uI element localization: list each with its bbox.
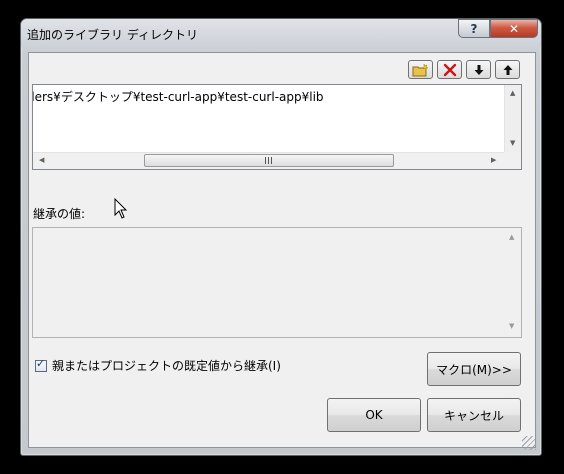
cancel-button-label: キャンセル — [443, 408, 504, 423]
delete-icon — [443, 63, 456, 76]
vertical-scrollbar[interactable]: ▲ ▼ — [504, 85, 521, 153]
inherit-checkbox-row[interactable]: ✓ 親またはプロジェクトの既定値から継承(I) — [35, 357, 281, 374]
close-button[interactable]: ✕ — [490, 19, 538, 38]
directory-list[interactable]: ders¥デスクトップ¥test-curl-app¥test-curl-app¥… — [32, 84, 522, 170]
directory-path: ders¥デスクトップ¥test-curl-app¥test-curl-app¥… — [33, 90, 324, 104]
cancel-button[interactable]: キャンセル — [427, 398, 521, 432]
inherited-vertical-scrollbar[interactable]: ▲ ▼ — [504, 228, 521, 337]
new-line-button[interactable] — [408, 60, 433, 79]
scroll-left-icon[interactable]: ◀ — [39, 157, 44, 164]
move-down-button[interactable] — [466, 60, 491, 79]
scroll-right-icon[interactable]: ▶ — [491, 157, 496, 164]
macro-button[interactable]: マクロ(M)>> — [427, 352, 521, 386]
mouse-cursor-icon — [114, 198, 128, 219]
inherit-checkbox[interactable]: ✓ — [35, 356, 47, 372]
checkmark-icon: ✓ — [36, 356, 46, 370]
move-up-icon — [503, 64, 512, 75]
move-up-button[interactable] — [495, 60, 520, 79]
inherited-values-label: 継承の値: — [33, 207, 86, 221]
move-down-icon — [474, 64, 483, 75]
grip-icon — [265, 157, 272, 164]
ok-button[interactable]: OK — [327, 398, 421, 432]
scroll-up-icon[interactable]: ▲ — [509, 234, 514, 241]
list-item[interactable]: ders¥デスクトップ¥test-curl-app¥test-curl-app¥… — [33, 88, 503, 104]
dialog-window: 追加のライブラリ ディレクトリ ? ✕ ders¥デスクトップ¥test-cur… — [0, 0, 564, 474]
help-button[interactable]: ? — [458, 19, 490, 38]
window-title: 追加のライブラリ ディレクトリ — [27, 28, 198, 42]
close-icon: ✕ — [508, 21, 520, 36]
scroll-down-icon[interactable]: ▼ — [509, 323, 514, 330]
scrollbar-corner — [504, 152, 521, 169]
new-folder-icon — [412, 63, 429, 76]
scroll-down-icon[interactable]: ▼ — [510, 140, 515, 147]
inherited-values-box: ▲ ▼ — [32, 227, 522, 338]
ok-button-label: OK — [365, 408, 383, 422]
scroll-up-icon[interactable]: ▲ — [510, 90, 515, 97]
help-icon: ? — [470, 21, 478, 36]
inherit-checkbox-label[interactable]: 親またはプロジェクトの既定値から継承(I) — [52, 357, 281, 374]
horizontal-scroll-thumb[interactable] — [144, 154, 394, 167]
delete-line-button[interactable] — [437, 60, 462, 79]
horizontal-scrollbar[interactable]: ◀ ▶ — [33, 152, 504, 169]
macro-button-label: マクロ(M)>> — [436, 362, 512, 377]
resize-grip-icon[interactable] — [522, 436, 536, 450]
